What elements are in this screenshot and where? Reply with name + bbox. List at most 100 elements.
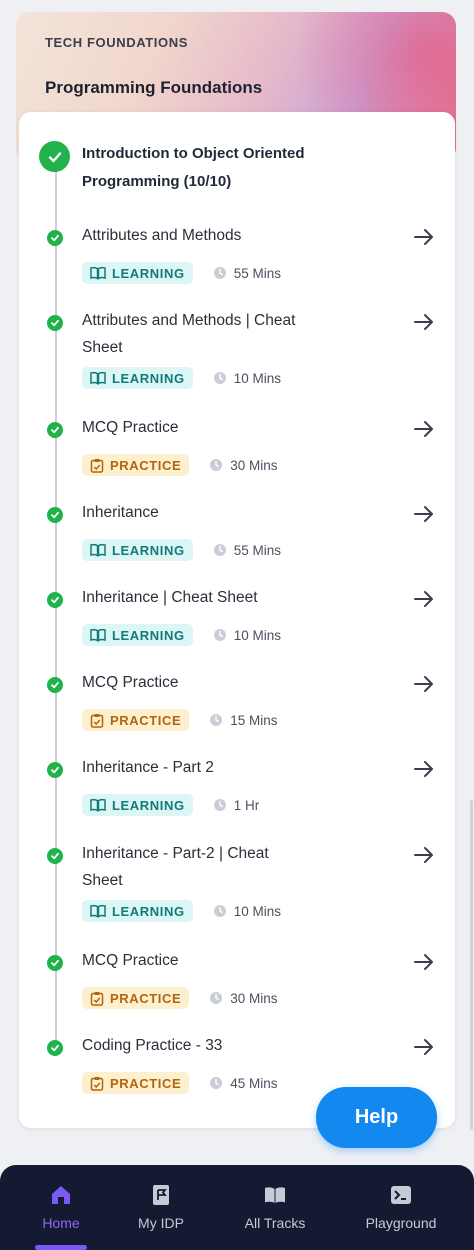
- completed-check-icon: [47, 230, 63, 246]
- clipboard-icon: [90, 713, 104, 728]
- nav-home-label: Home: [42, 1215, 80, 1231]
- completed-check-icon: [47, 677, 63, 693]
- track-label: TECH FOUNDATIONS: [45, 35, 188, 50]
- nav-active-indicator: [35, 1245, 87, 1250]
- lesson-meta: LEARNING 10 Mins: [82, 367, 281, 389]
- practice-badge: PRACTICE: [82, 709, 190, 731]
- nav-home[interactable]: Home: [6, 1183, 116, 1231]
- scrollbar-thumb[interactable]: [470, 800, 473, 1130]
- bottom-navigation: Home My IDP All Tracks Playground: [0, 1165, 474, 1250]
- book-icon: [90, 798, 106, 812]
- arrow-right-icon[interactable]: [413, 504, 435, 524]
- lesson-title[interactable]: MCQ Practice: [82, 669, 302, 696]
- completed-check-icon: [47, 1040, 63, 1056]
- completed-check-icon: [47, 762, 63, 778]
- lesson-title[interactable]: Attributes and Methods: [82, 222, 302, 249]
- lesson-duration: 10 Mins: [233, 370, 281, 386]
- help-button[interactable]: Help: [316, 1087, 437, 1148]
- learning-badge: LEARNING: [82, 624, 193, 646]
- lesson-meta: LEARNING 55 Mins: [82, 262, 281, 284]
- module-complete-check-icon: [39, 141, 70, 172]
- book-icon: [90, 266, 106, 280]
- learning-badge: LEARNING: [82, 367, 193, 389]
- lesson-meta: LEARNING 1 Hr: [82, 794, 259, 816]
- arrow-right-icon[interactable]: [413, 1037, 435, 1057]
- arrow-right-icon[interactable]: [413, 674, 435, 694]
- open-book-icon: [265, 1187, 285, 1203]
- clock-icon: [210, 992, 223, 1004]
- nav-playground-label: Playground: [365, 1215, 437, 1231]
- arrow-right-icon[interactable]: [413, 845, 435, 865]
- lesson-duration: 10 Mins: [233, 627, 281, 643]
- arrow-right-icon[interactable]: [413, 589, 435, 609]
- book-icon: [90, 628, 106, 642]
- lesson-title[interactable]: Inheritance: [82, 499, 302, 526]
- lesson-duration: 10 Mins: [233, 903, 281, 919]
- practice-badge: PRACTICE: [82, 454, 190, 476]
- completed-check-icon: [47, 315, 63, 331]
- lesson-meta: LEARNING 10 Mins: [82, 900, 281, 922]
- nav-my-idp[interactable]: My IDP: [106, 1183, 216, 1231]
- lesson-title[interactable]: Inheritance - Part 2: [82, 754, 302, 781]
- lesson-meta: PRACTICE 30 Mins: [82, 454, 278, 476]
- nav-all-tracks-label: All Tracks: [244, 1215, 306, 1231]
- clock-icon: [213, 799, 226, 811]
- lesson-duration: 55 Mins: [233, 542, 281, 558]
- lesson-meta: LEARNING 55 Mins: [82, 539, 281, 561]
- badge-label: PRACTICE: [110, 990, 182, 1006]
- lesson-title[interactable]: MCQ Practice: [82, 414, 302, 441]
- arrow-right-icon[interactable]: [413, 419, 435, 439]
- course-title: Programming Foundations: [45, 78, 263, 97]
- clock-icon: [210, 1077, 223, 1089]
- completed-check-icon: [47, 422, 63, 438]
- lesson-duration: 45 Mins: [230, 1075, 278, 1091]
- clock-icon: [210, 459, 223, 471]
- learning-badge: LEARNING: [82, 262, 193, 284]
- completed-check-icon: [47, 848, 63, 864]
- lesson-duration: 30 Mins: [230, 990, 278, 1006]
- clock-icon: [210, 714, 223, 726]
- clock-icon: [213, 544, 226, 556]
- lesson-duration: 30 Mins: [230, 457, 278, 473]
- badge-label: LEARNING: [112, 797, 185, 813]
- arrow-right-icon[interactable]: [413, 759, 435, 779]
- completed-check-icon: [47, 592, 63, 608]
- lesson-duration: 1 Hr: [233, 797, 260, 813]
- terminal-icon: [391, 1186, 411, 1204]
- clock-icon: [213, 267, 226, 279]
- clock-icon: [213, 905, 226, 917]
- lesson-title[interactable]: MCQ Practice: [82, 947, 302, 974]
- learning-badge: LEARNING: [82, 794, 193, 816]
- practice-badge: PRACTICE: [82, 987, 190, 1009]
- clipboard-icon: [90, 458, 104, 473]
- lesson-title[interactable]: Inheritance | Cheat Sheet: [82, 584, 302, 611]
- lesson-meta: LEARNING 10 Mins: [82, 624, 281, 646]
- nav-my-idp-label: My IDP: [138, 1215, 184, 1231]
- learning-badge: LEARNING: [82, 539, 193, 561]
- badge-label: LEARNING: [112, 265, 185, 281]
- badge-label: LEARNING: [112, 903, 185, 919]
- book-icon: [90, 543, 106, 557]
- lesson-title[interactable]: Coding Practice - 33: [82, 1032, 302, 1059]
- timeline-line: [55, 170, 57, 1050]
- learning-badge: LEARNING: [82, 900, 193, 922]
- arrow-right-icon[interactable]: [413, 227, 435, 247]
- nav-all-tracks[interactable]: All Tracks: [220, 1183, 330, 1231]
- nav-playground[interactable]: Playground: [346, 1183, 456, 1231]
- completed-check-icon: [47, 955, 63, 971]
- book-icon: [90, 371, 106, 385]
- arrow-right-icon[interactable]: [413, 312, 435, 332]
- completed-check-icon: [47, 507, 63, 523]
- lesson-meta: PRACTICE 15 Mins: [82, 709, 278, 731]
- lesson-title[interactable]: Inheritance - Part-2 | Cheat Sheet: [82, 840, 302, 894]
- badge-label: LEARNING: [112, 542, 185, 558]
- badge-label: PRACTICE: [110, 712, 182, 728]
- module-title[interactable]: Introduction to Object Oriented Programm…: [82, 140, 382, 196]
- clipboard-icon: [90, 991, 104, 1006]
- clock-icon: [213, 629, 226, 641]
- home-icon: [52, 1186, 70, 1204]
- badge-label: LEARNING: [112, 370, 185, 386]
- lesson-title[interactable]: Attributes and Methods | Cheat Sheet: [82, 307, 302, 361]
- arrow-right-icon[interactable]: [413, 952, 435, 972]
- lesson-meta: PRACTICE 30 Mins: [82, 987, 278, 1009]
